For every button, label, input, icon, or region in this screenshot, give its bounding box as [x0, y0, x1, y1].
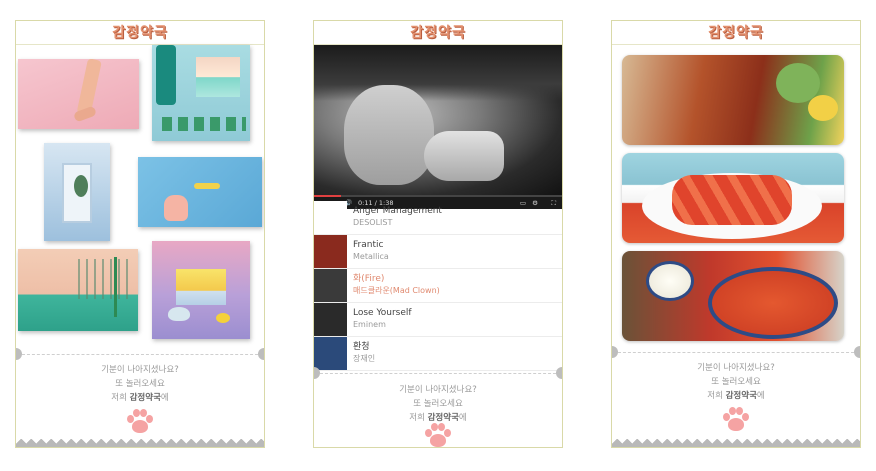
app-title: 감정약국: [314, 21, 562, 45]
zigzag-edge: [612, 439, 860, 447]
track-artist: Eminem: [353, 320, 386, 329]
ticket-notch-right: [258, 348, 264, 360]
track-title: Lose Yourself: [353, 308, 412, 318]
food-card: 감정약국 기분이 나아지셨나요? 또 놀러오세요 저희 감정약국에: [611, 20, 861, 448]
paw-icon: [126, 409, 154, 435]
footer-brand: 감정약국: [725, 391, 757, 401]
album-thumbnail: [314, 235, 347, 268]
footer-line-2: 또 놀러오세요: [711, 377, 761, 387]
food-image-stew[interactable]: [622, 251, 844, 341]
footer-line-1: 기분이 나아지셨나요?: [101, 365, 179, 375]
food-image-tteokbokki[interactable]: [622, 153, 844, 243]
footer-line-1: 기분이 나아지셨나요?: [399, 385, 477, 395]
track-artist: Metallica: [353, 252, 389, 261]
footer-message: 기분이 나아지셨나요? 또 놀러오세요 저희 감정약국에: [314, 383, 562, 425]
app-title: 감정약국: [16, 21, 264, 45]
footer-line-1: 기분이 나아지셨나요?: [697, 363, 775, 373]
paw-icon: [424, 423, 452, 447]
image-collage-card: 감정약국 기분이 나아지셨나요? 또 놀러오세요 저희 감정약국에: [15, 20, 265, 448]
food-image-spicy-pork[interactable]: [622, 55, 844, 145]
footer-line-3: 저희 감정약국에: [707, 391, 765, 401]
footer-line-3: 저희 감정약국에: [111, 393, 169, 403]
collage-image-door[interactable]: [44, 143, 110, 241]
collage-image-court[interactable]: [18, 249, 138, 331]
dashed-divider: [618, 352, 854, 353]
footer-line-2: 또 놀러오세요: [115, 379, 165, 389]
footer-message: 기분이 나아지셨나요? 또 놀러오세요 저희 감정약국에: [612, 361, 860, 403]
collage-image-plants[interactable]: [152, 45, 250, 141]
playlist-item[interactable]: Anger Management DESOLIST: [314, 201, 562, 235]
collage-image-lemon[interactable]: [152, 241, 250, 339]
playlist-item-active[interactable]: 화(Fire) 매드클라운(Mad Clown): [314, 269, 562, 303]
music-player-card: 감정약국 ▶ ⏭ 🔊 0:11 / 1:38 ▭ ⚙ ⛶ Anger Manag…: [313, 20, 563, 448]
footer-brand: 감정약국: [427, 413, 459, 423]
album-thumbnail: [314, 303, 347, 336]
zigzag-edge: [16, 439, 264, 447]
album-thumbnail: [314, 201, 347, 234]
track-artist: 장재인: [353, 354, 376, 363]
playlist: Anger Management DESOLIST Frantic Metall…: [314, 201, 562, 371]
ticket-notch-left: [314, 367, 320, 379]
track-artist: DESOLIST: [353, 218, 393, 227]
app-title: 감정약국: [612, 21, 860, 45]
footer-line-2: 또 놀러오세요: [413, 399, 463, 409]
track-title: 화(Fire): [353, 274, 385, 284]
track-title: 환청: [353, 342, 370, 352]
ticket-notch-left: [16, 348, 22, 360]
dashed-divider: [22, 354, 258, 355]
track-title: Anger Management: [353, 206, 442, 216]
track-title: Frantic: [353, 240, 384, 250]
collage-image-leg[interactable]: [18, 59, 139, 129]
playlist-item[interactable]: Lose Yourself Eminem: [314, 303, 562, 337]
playlist-item[interactable]: 환청 장재인: [314, 337, 562, 371]
album-thumbnail: [314, 337, 347, 370]
footer-message: 기분이 나아지셨나요? 또 놀러오세요 저희 감정약국에: [16, 363, 264, 405]
ticket-notch-left: [612, 346, 618, 358]
album-thumbnail: [314, 269, 347, 302]
collage-image-hand[interactable]: [138, 157, 262, 227]
ticket-notch-right: [556, 367, 562, 379]
footer-brand: 감정약국: [129, 393, 161, 403]
dashed-divider: [320, 373, 556, 374]
ticket-notch-right: [854, 346, 860, 358]
track-artist: 매드클라운(Mad Clown): [353, 286, 440, 295]
paw-icon: [722, 407, 750, 433]
video-player[interactable]: [314, 45, 562, 197]
playlist-item[interactable]: Frantic Metallica: [314, 235, 562, 269]
